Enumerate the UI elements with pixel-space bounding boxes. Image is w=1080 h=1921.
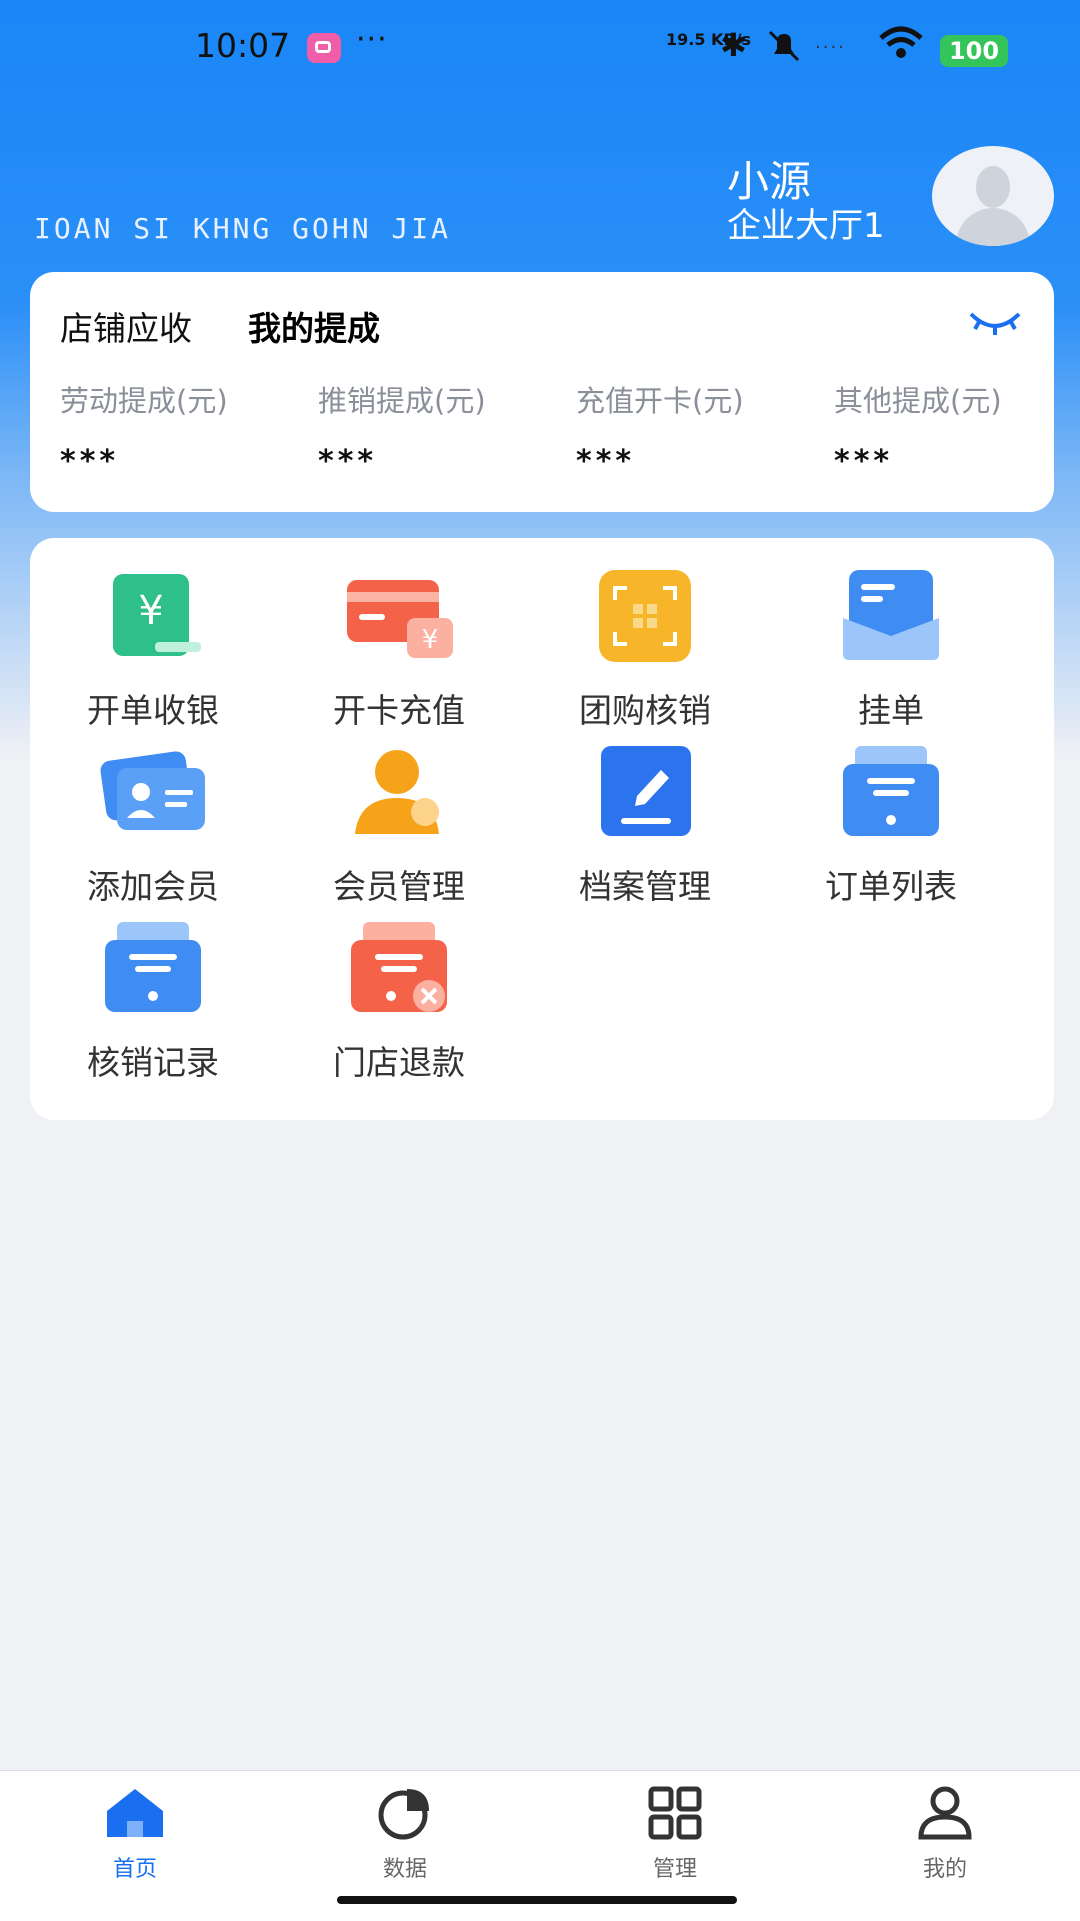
menu-add-member[interactable]: 添加会员 <box>30 742 276 906</box>
function-menu-card: ¥ 开单收银 ¥ 开卡充值 团购核销 挂单 添加会员 会员管理 档案管理 订单列… <box>30 538 1054 1120</box>
cashier-icon: ¥ <box>113 574 201 656</box>
svg-text:¥: ¥ <box>138 588 163 634</box>
pie-chart-icon <box>378 1789 429 1840</box>
tab-data[interactable]: 数据 <box>270 1785 540 1883</box>
qr-scan-icon <box>599 570 691 662</box>
tab-store-receivable[interactable]: 店铺应收 <box>60 302 192 350</box>
stat-recharge-card: 充值开卡(元) *** <box>576 384 744 479</box>
profile-icon <box>918 1786 972 1840</box>
more-notifications-icon: ··· <box>356 22 388 57</box>
user-store[interactable]: 企业大厅1 <box>727 198 885 247</box>
menu-member-manage[interactable]: 会员管理 <box>276 742 522 906</box>
tab-home[interactable]: 首页 <box>0 1785 270 1883</box>
menu-store-refund[interactable]: 门店退款 <box>276 918 522 1082</box>
menu-verify-record[interactable]: 核销记录 <box>30 918 276 1082</box>
signal-icon: .... <box>815 32 846 53</box>
order-list-icon <box>843 746 939 836</box>
menu-cashier[interactable]: ¥ 开单收银 <box>30 566 276 730</box>
tab-manage[interactable]: 管理 <box>540 1785 810 1883</box>
add-member-icon <box>100 751 205 830</box>
menu-order-list[interactable]: 订单列表 <box>768 742 1014 906</box>
home-indicator <box>337 1896 737 1904</box>
stat-sales-commission: 推销提成(元) *** <box>318 384 486 479</box>
menu-archive-manage[interactable]: 档案管理 <box>522 742 768 906</box>
grid-icon <box>648 1786 702 1840</box>
menu-card-recharge[interactable]: ¥ 开卡充值 <box>276 566 522 730</box>
stat-labor-commission: 劳动提成(元) *** <box>60 384 228 479</box>
stat-other-commission: 其他提成(元) *** <box>834 384 1002 479</box>
verify-record-icon <box>105 922 201 1012</box>
mute-icon <box>768 30 800 62</box>
store-refund-icon <box>351 922 447 1012</box>
commission-summary-card: 店铺应收 我的提成 劳动提成(元) *** 推销提成(元) *** 充值开卡(元… <box>30 272 1054 512</box>
pending-order-icon <box>843 570 939 660</box>
tab-my-commission[interactable]: 我的提成 <box>248 302 380 350</box>
archive-icon <box>601 746 691 836</box>
tab-mine[interactable]: 我的 <box>810 1785 1080 1883</box>
menu-pending-order[interactable]: 挂单 <box>768 566 1014 730</box>
home-icon <box>107 1789 163 1837</box>
card-recharge-icon: ¥ <box>347 580 453 658</box>
bluetooth-icon: ✱ <box>720 26 747 64</box>
brand-slogan: IOAN SI KHNG GOHN JIA <box>34 212 452 245</box>
bilibili-icon <box>307 33 341 63</box>
avatar[interactable] <box>932 146 1054 246</box>
menu-group-buy-verify[interactable]: 团购核销 <box>522 566 768 730</box>
svg-text:¥: ¥ <box>422 625 439 655</box>
status-bar: 10:07 ··· 19.5 KB/s ✱ .... 100 <box>0 0 1080 96</box>
status-time: 10:07 <box>195 26 291 65</box>
battery-indicator: 100 <box>940 35 1008 67</box>
member-manage-icon <box>355 750 439 834</box>
wifi-icon <box>879 26 923 58</box>
eye-closed-icon[interactable] <box>965 304 1025 338</box>
